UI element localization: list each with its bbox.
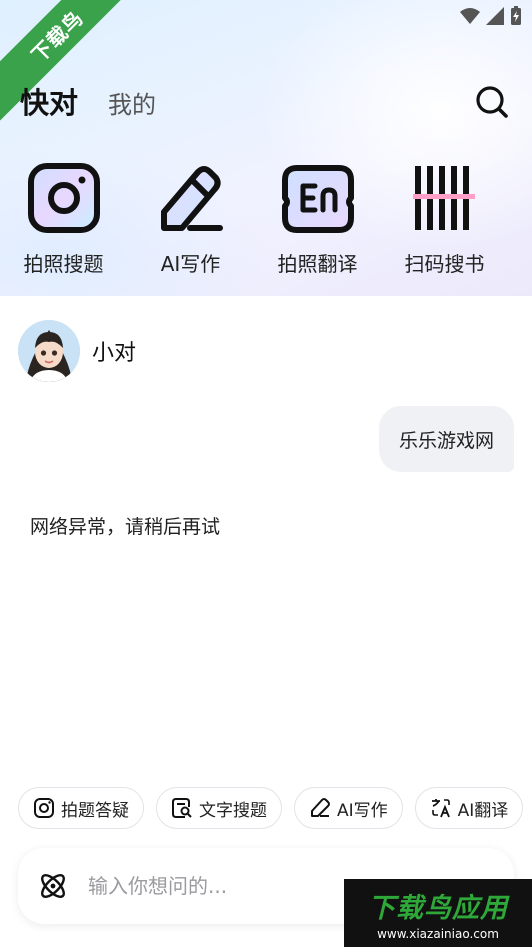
- tool-row: 拍照搜题 AI写作 拍照翻译 扫码搜书: [0, 160, 532, 277]
- atom-icon[interactable]: [36, 869, 70, 903]
- tool-ai-writing[interactable]: AI写作: [127, 160, 254, 277]
- search-button[interactable]: [474, 84, 510, 120]
- tool-label: 扫码搜书: [404, 252, 485, 276]
- user-message-bubble: 乐乐游戏网: [378, 406, 514, 472]
- signal-icon: [486, 7, 504, 25]
- chip-label: 拍题答疑: [61, 800, 129, 821]
- chip-label: AI翻译: [457, 800, 509, 821]
- bot-message-text: 网络异常，请稍后再试: [30, 516, 221, 538]
- top-panel: 下载鸟 快对 我的 拍照搜题 AI写作 拍照翻译 扫码搜书: [0, 0, 532, 296]
- tool-photo-search[interactable]: 拍照搜题: [0, 160, 127, 277]
- tool-scan-book[interactable]: 扫码搜书: [381, 160, 508, 277]
- status-bar: [460, 6, 522, 26]
- text-search-icon: [172, 798, 192, 818]
- user-message-text: 乐乐游戏网: [398, 429, 494, 452]
- chip-label: 文字搜题: [199, 800, 267, 821]
- camera-icon: [26, 160, 102, 236]
- translate-en-icon: [280, 160, 356, 236]
- translate-icon: [431, 799, 450, 818]
- bot-header: 小对: [18, 320, 136, 382]
- chip-ai-writing[interactable]: AI写作: [294, 787, 403, 829]
- chip-text-search[interactable]: 文字搜题: [156, 787, 282, 829]
- tab-kuaidui[interactable]: 快对: [20, 80, 78, 122]
- watermark-url: www.xiazainiao.com: [377, 926, 499, 941]
- chip-label: AI写作: [337, 800, 388, 821]
- barcode-icon: [407, 160, 483, 236]
- site-watermark: 下载鸟应用 www.xiazainiao.com: [344, 879, 532, 947]
- camera-icon: [34, 798, 54, 818]
- tool-photo-translate[interactable]: 拍照翻译: [254, 160, 381, 277]
- header-tabs: 快对 我的: [20, 80, 156, 122]
- chip-ai-translate[interactable]: AI翻译: [414, 787, 524, 829]
- watermark-title: 下载鸟应用: [368, 892, 508, 924]
- tool-label: 拍照翻译: [277, 252, 358, 276]
- search-icon: [476, 86, 508, 118]
- bot-name: 小对: [92, 341, 137, 366]
- tab-mine[interactable]: 我的: [108, 85, 156, 120]
- quick-action-chips: 拍题答疑 文字搜题 AI写作 AI翻译: [18, 787, 524, 829]
- chip-photo-qa[interactable]: 拍题答疑: [18, 787, 144, 829]
- avatar[interactable]: [18, 320, 80, 382]
- tool-label: AI写作: [160, 252, 221, 276]
- battery-icon: [511, 6, 521, 25]
- pen-icon: [311, 798, 330, 817]
- bot-avatar-icon: [18, 320, 80, 382]
- wifi-icon: [460, 8, 480, 24]
- question-input[interactable]: [88, 874, 368, 898]
- pen-icon: [153, 160, 229, 236]
- ribbon-text: 下载鸟: [26, 5, 88, 67]
- tool-label: 拍照搜题: [23, 252, 104, 276]
